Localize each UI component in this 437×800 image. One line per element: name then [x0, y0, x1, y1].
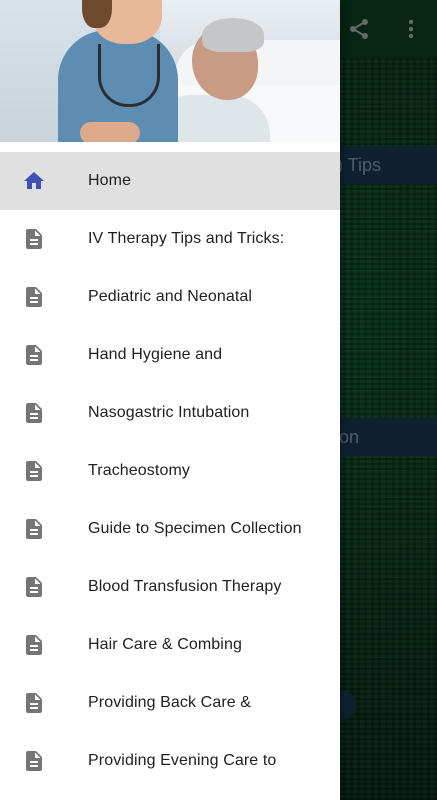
menu-item-pediatric[interactable]: Pediatric and Neonatal	[0, 268, 340, 326]
navigation-drawer: Home IV Therapy Tips and Tricks: Pediatr…	[0, 0, 340, 800]
menu-item-label: Home	[88, 172, 132, 189]
drawer-menu: Home IV Therapy Tips and Tricks: Pediatr…	[0, 152, 340, 790]
menu-item-label: Pediatric and Neonatal	[88, 288, 253, 305]
menu-item-label: Nasogastric Intubation	[88, 404, 250, 421]
document-icon	[22, 401, 46, 425]
menu-item-hair-care[interactable]: Hair Care & Combing	[0, 616, 340, 674]
header-stethoscope	[98, 44, 160, 107]
menu-item-label: IV Therapy Tips and Tricks:	[88, 230, 285, 247]
menu-item-specimen-collection[interactable]: Guide to Specimen Collection	[0, 500, 340, 558]
menu-item-iv-therapy[interactable]: IV Therapy Tips and Tricks:	[0, 210, 340, 268]
document-icon	[22, 633, 46, 657]
menu-item-evening-care[interactable]: Providing Evening Care to	[0, 732, 340, 790]
app-screen: (IV) Tips paration Home	[0, 0, 437, 800]
menu-item-back-care[interactable]: Providing Back Care &	[0, 674, 340, 732]
menu-item-tracheostomy[interactable]: Tracheostomy	[0, 442, 340, 500]
document-icon	[22, 459, 46, 483]
document-icon	[22, 691, 46, 715]
menu-item-label: Hair Care & Combing	[88, 636, 242, 653]
document-icon	[22, 285, 46, 309]
menu-item-home[interactable]: Home	[0, 152, 340, 210]
header-hands	[80, 122, 140, 142]
menu-item-label: Hand Hygiene and	[88, 346, 223, 363]
drawer-header-image	[0, 0, 340, 142]
home-icon	[22, 169, 46, 193]
menu-item-hand-hygiene[interactable]: Hand Hygiene and	[0, 326, 340, 384]
header-patient-hair	[202, 18, 264, 52]
document-icon	[22, 227, 46, 251]
menu-item-label: Providing Back Care &	[88, 694, 252, 711]
document-icon	[22, 575, 46, 599]
menu-item-label: Guide to Specimen Collection	[88, 520, 302, 537]
document-icon	[22, 517, 46, 541]
menu-item-label: Providing Evening Care to	[88, 752, 277, 769]
document-icon	[22, 749, 46, 773]
menu-item-label: Tracheostomy	[88, 462, 190, 479]
menu-item-nasogastric[interactable]: Nasogastric Intubation	[0, 384, 340, 442]
menu-item-blood-transfusion[interactable]: Blood Transfusion Therapy	[0, 558, 340, 616]
menu-item-label: Blood Transfusion Therapy	[88, 578, 282, 595]
document-icon	[22, 343, 46, 367]
